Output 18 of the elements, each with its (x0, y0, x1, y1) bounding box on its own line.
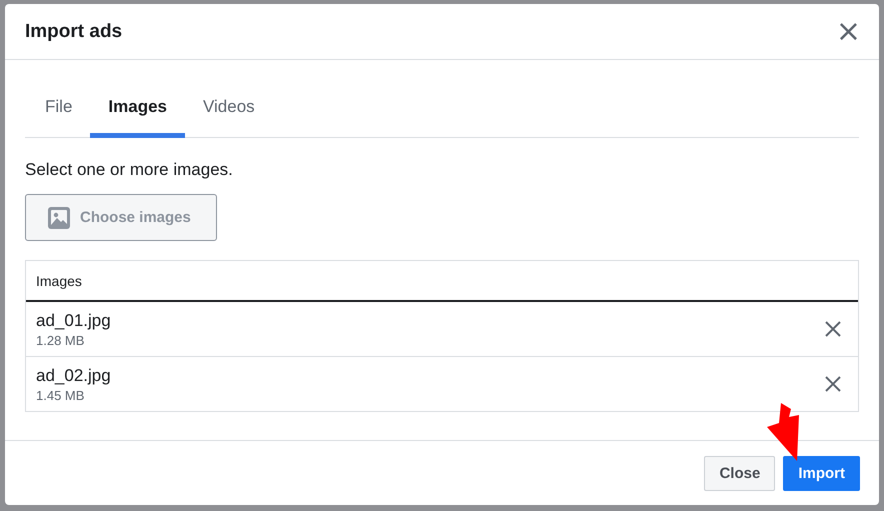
remove-icon (824, 320, 842, 338)
tab[interactable]: Videos (185, 80, 273, 138)
file-name: ad_01.jpg (36, 310, 111, 330)
instruction-text: Select one or more images. (25, 160, 234, 180)
file-name: ad_02.jpg (36, 366, 111, 386)
tab[interactable]: File (25, 80, 90, 138)
close-button[interactable]: × (832, 16, 865, 46)
remove-button[interactable] (824, 320, 842, 338)
file-size: 1.28 MB (36, 332, 86, 348)
column-header: Images (26, 261, 858, 302)
dialog-title: Import ads (25, 20, 122, 42)
image-icon (48, 206, 70, 228)
remove-icon (824, 375, 842, 393)
close-button[interactable]: Close (704, 456, 776, 490)
tab[interactable]: Images (90, 80, 185, 138)
remove-button[interactable] (824, 375, 842, 393)
file-size: 1.45 MB (36, 388, 86, 402)
import-button[interactable]: Import (783, 456, 860, 490)
